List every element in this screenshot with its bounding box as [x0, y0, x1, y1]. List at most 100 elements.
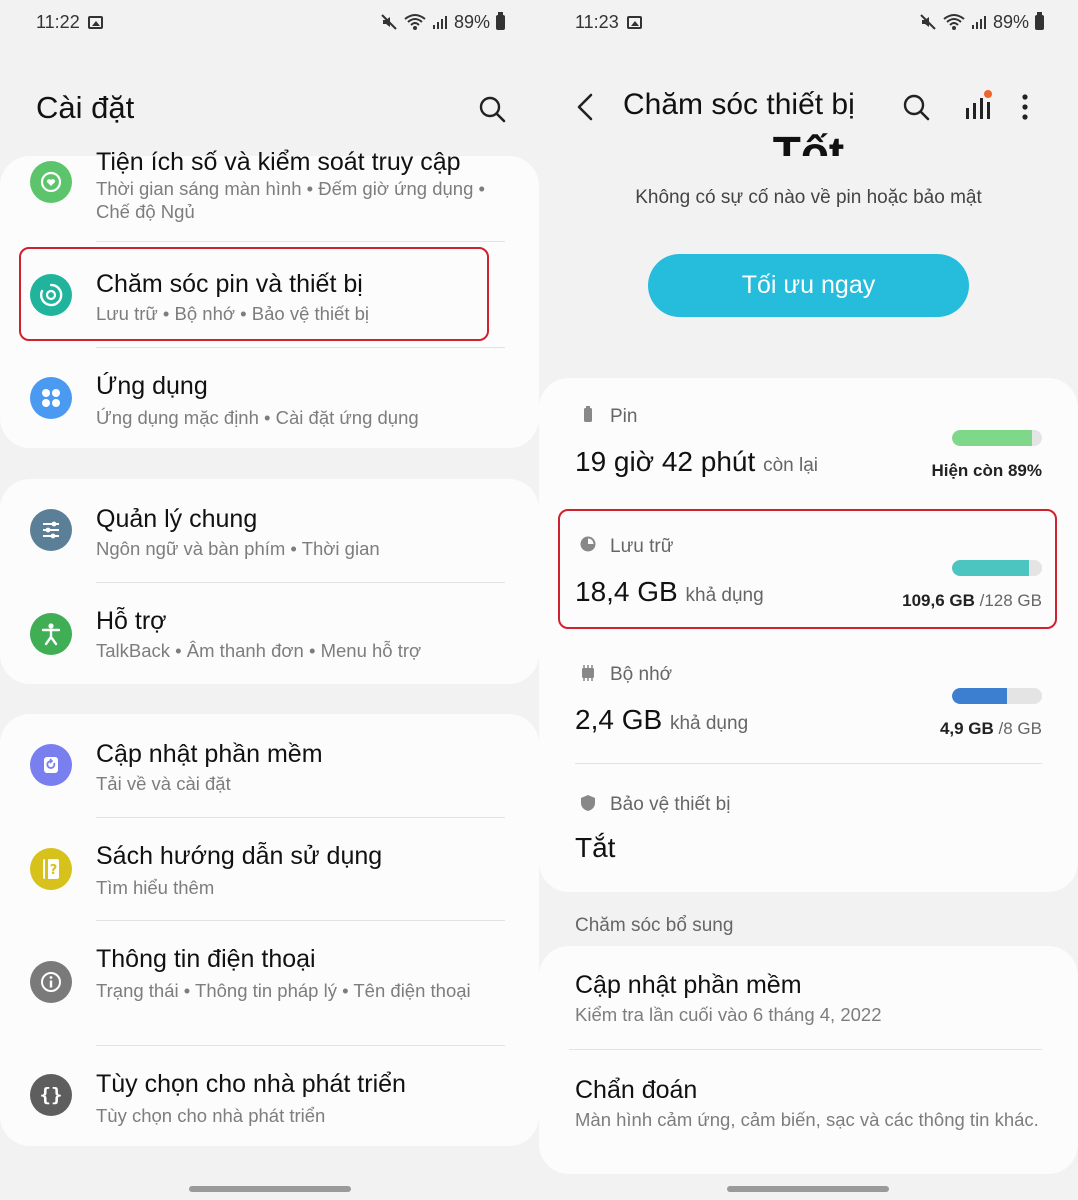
gallery-notification-icon — [626, 15, 642, 29]
battery-suffix: còn lại — [763, 455, 818, 476]
highlight-box — [19, 247, 489, 341]
settings-item-subtitle: Tùy chọn cho nhà phát triển — [96, 1105, 326, 1126]
signal-icon — [432, 16, 447, 29]
accessibility-icon — [30, 613, 72, 655]
mute-icon — [920, 14, 936, 30]
memory-item[interactable]: Bộ nhớ 2,4 GB khả dụng 4,9 GB /8 GB — [539, 636, 1078, 761]
mute-icon — [381, 14, 397, 30]
search-icon[interactable] — [901, 92, 931, 122]
settings-item-subtitle: Tìm hiểu thêm — [96, 877, 215, 898]
search-icon[interactable] — [477, 94, 507, 124]
settings-item-digital-wellbeing[interactable]: Tiện ích số và kiểm soát truy cập Thời g… — [0, 148, 539, 236]
highlight-box — [558, 509, 1057, 629]
device-care-summary-card: Pin 19 giờ 42 phút còn lại Hiện còn 89% … — [539, 378, 1078, 892]
battery-icon — [496, 11, 505, 30]
settings-group-3: Cập nhật phần mềm Tải về và cài đặt ? Sá… — [0, 714, 539, 1146]
page-title: Cài đặt — [36, 90, 135, 125]
home-indicator[interactable] — [189, 1186, 351, 1192]
battery-item[interactable]: Pin 19 giờ 42 phút còn lại Hiện còn 89% — [539, 378, 1078, 503]
optimize-now-button[interactable]: Tối ưu ngay — [648, 254, 969, 317]
memory-value: 2,4 GB khả dụng — [575, 704, 748, 736]
settings-item-title: Cập nhật phần mềm — [96, 740, 323, 768]
settings-item-general-management[interactable]: Quản lý chung Ngôn ngữ và bàn phím • Thờ… — [0, 479, 539, 581]
divider — [96, 347, 505, 348]
device-protection-item[interactable]: Bảo vệ thiết bị Tắt — [539, 768, 1078, 892]
settings-item-title: Hỗ trợ — [96, 607, 167, 635]
svg-text:?: ? — [50, 863, 58, 878]
protection-label: Bảo vệ thiết bị — [610, 794, 731, 815]
user-manual-icon: ? — [30, 848, 72, 890]
memory-usage: 4,9 GB /8 GB — [940, 719, 1042, 739]
item-subtitle: Màn hình cảm ứng, cảm biến, sạc và các t… — [575, 1109, 1039, 1130]
home-indicator[interactable] — [727, 1186, 889, 1192]
status-time: 11:23 — [575, 11, 619, 32]
settings-item-subtitle: Trạng thái • Thông tin pháp lý • Tên điệ… — [96, 980, 471, 1001]
about-phone-icon — [30, 961, 72, 1003]
memory-label: Bộ nhớ — [610, 664, 673, 685]
general-management-icon — [30, 509, 72, 551]
settings-item-software-update[interactable]: Cập nhật phần mềm Tải về và cài đặt — [0, 714, 539, 816]
scroll-mask — [539, 156, 1078, 168]
settings-item-subtitle: Ứng dụng mặc định • Cài đặt ứng dụng — [96, 407, 419, 428]
battery-icon — [1035, 11, 1044, 30]
battery-small-icon — [584, 406, 592, 422]
settings-item-title: Thông tin điện thoại — [96, 945, 316, 973]
status-message: Không có sự cố nào về pin hoặc bảo mật — [635, 187, 982, 208]
protection-value: Tắt — [575, 832, 616, 863]
settings-screen: 11:22 89% Cài đặt Tiện ích số và kiểm so… — [0, 0, 539, 1200]
status-bar: 11:23 89% — [575, 10, 1044, 34]
settings-item-title: Ứng dụng — [96, 372, 208, 400]
battery-status: Hiện còn 89% — [931, 461, 1042, 480]
divider — [575, 763, 1042, 764]
item-title: Chẩn đoán — [575, 1076, 698, 1104]
more-options-icon[interactable] — [1020, 92, 1030, 122]
divider — [96, 241, 505, 242]
additional-care-card: Cập nhật phần mềm Kiểm tra lần cuối vào … — [539, 946, 1078, 1174]
device-care-screen: 11:23 89% Chăm sóc thiết bị Tốt Không có… — [539, 0, 1078, 1200]
settings-item-subtitle: Tải về và cài đặt — [96, 773, 231, 794]
developer-options-icon: {} — [30, 1074, 72, 1116]
memory-chip-icon — [582, 665, 594, 681]
battery-stats-icon[interactable] — [963, 88, 995, 122]
battery-bar-fill — [952, 430, 1033, 446]
page-title: Chăm sóc thiết bị — [623, 88, 855, 121]
settings-item-title: Tùy chọn cho nhà phát triển — [96, 1070, 406, 1098]
battery-bar — [952, 430, 1042, 446]
battery-label: Pin — [610, 406, 638, 427]
battery-percent: 89% — [453, 11, 490, 32]
wellbeing-icon — [30, 161, 72, 203]
shield-icon — [581, 795, 595, 811]
item-subtitle: Kiểm tra lần cuối vào 6 tháng 4, 2022 — [575, 1004, 882, 1025]
settings-item-about-phone[interactable]: Thông tin điện thoại Trạng thái • Thông … — [0, 921, 539, 1045]
score-area: Tốt — [539, 130, 1078, 158]
settings-item-title: Tiện ích số và kiểm soát truy cập — [96, 148, 461, 176]
signal-icon — [971, 16, 986, 29]
software-update-item[interactable]: Cập nhật phần mềm Kiểm tra lần cuối vào … — [539, 946, 1078, 1048]
settings-item-title: Quản lý chung — [96, 505, 258, 533]
apps-icon — [30, 377, 72, 419]
memory-total: /8 GB — [998, 719, 1042, 738]
settings-item-subtitle: Ngôn ngữ và bàn phím • Thời gian — [96, 538, 380, 559]
memory-suffix: khả dụng — [669, 713, 749, 734]
settings-item-subtitle: Thời gian sáng màn hình • Đếm giờ ứng dụ… — [96, 178, 485, 222]
diagnostics-item[interactable]: Chẩn đoán Màn hình cảm ứng, cảm biến, sạ… — [539, 1050, 1078, 1174]
battery-time: 19 giờ 42 phút — [575, 446, 756, 477]
back-arrow-icon[interactable] — [575, 92, 595, 122]
memory-bar-fill — [952, 688, 1007, 704]
settings-item-accessibility[interactable]: Hỗ trợ TalkBack • Âm thanh đơn • Menu hỗ… — [0, 583, 539, 684]
memory-bar — [952, 688, 1042, 704]
item-title: Cập nhật phần mềm — [575, 971, 802, 999]
status-time: 11:22 — [36, 11, 80, 32]
settings-item-user-manual[interactable]: ? Sách hướng dẫn sử dụng Tìm hiểu thêm — [0, 818, 539, 919]
score-label: Tốt — [772, 130, 845, 158]
section-label: Chăm sóc bổ sung — [575, 915, 734, 936]
settings-item-apps[interactable]: Ứng dụng Ứng dụng mặc định • Cài đặt ứng… — [0, 350, 539, 448]
battery-value: 19 giờ 42 phút còn lại — [575, 446, 818, 478]
wifi-icon — [404, 14, 426, 30]
status-bar: 11:22 89% — [36, 10, 505, 34]
settings-item-title: Sách hướng dẫn sử dụng — [96, 842, 383, 870]
memory-available: 2,4 GB — [575, 704, 663, 735]
gallery-notification-icon — [87, 15, 103, 29]
settings-item-subtitle: TalkBack • Âm thanh đơn • Menu hỗ trợ — [96, 640, 422, 661]
settings-item-developer-options[interactable]: {} Tùy chọn cho nhà phát triển Tùy chọn … — [0, 1046, 539, 1146]
